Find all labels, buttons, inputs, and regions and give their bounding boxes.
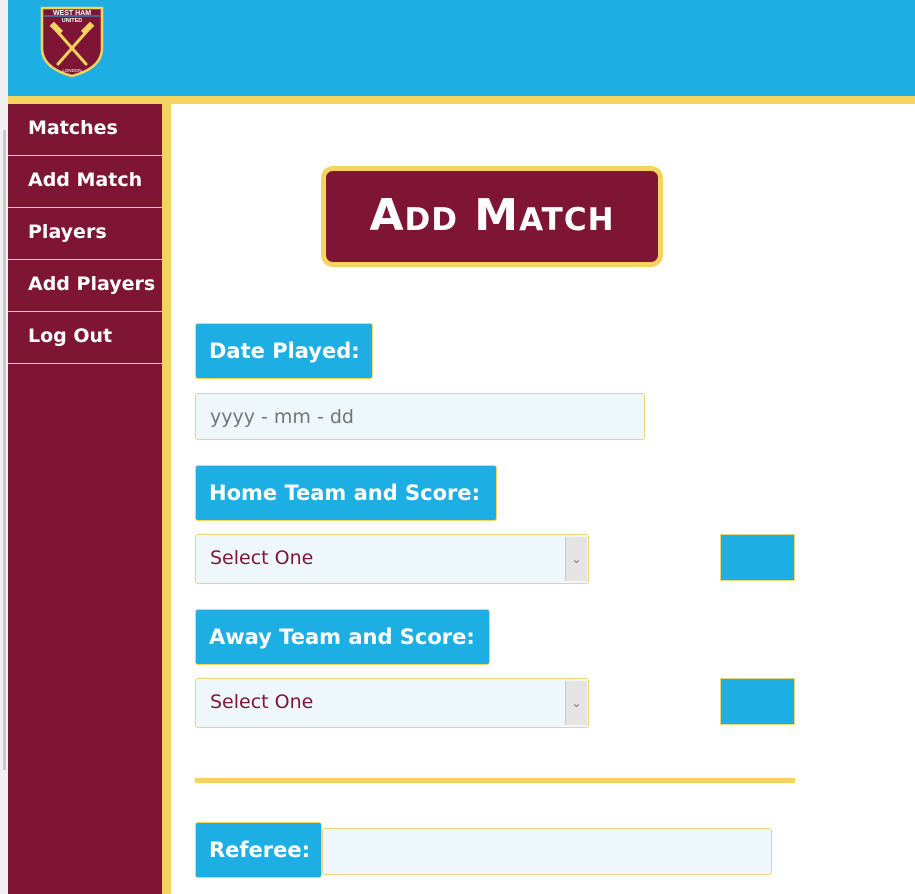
page-scrollbar[interactable]: [0, 0, 8, 894]
date-played-label: Date Played:: [195, 323, 373, 379]
away-team-label: Away Team and Score:: [195, 609, 490, 665]
date-played-input[interactable]: [195, 393, 645, 440]
page-scrollbar-thumb[interactable]: [3, 130, 6, 770]
sidebar-border: [162, 104, 171, 894]
away-team-select-value: Select One: [210, 691, 314, 713]
home-team-select-value: Select One: [210, 547, 314, 569]
form-divider: [195, 778, 795, 783]
referee-input[interactable]: [322, 828, 772, 875]
sidebar-item-log-out[interactable]: Log Out: [8, 312, 162, 364]
sidebar-item-matches[interactable]: Matches: [8, 104, 162, 156]
club-crest-icon[interactable]: WEST HAM UNITED LONDON: [40, 6, 104, 78]
crest-text-mid: UNITED: [62, 18, 83, 24]
main-content: Add Match Date Played: Home Team and Sco…: [171, 104, 915, 894]
sidebar-item-add-players[interactable]: Add Players: [8, 260, 162, 312]
away-team-select[interactable]: Select One ⌄: [195, 678, 589, 728]
page-title: Add Match: [321, 166, 663, 267]
home-team-select[interactable]: Select One ⌄: [195, 534, 589, 584]
sidebar: Matches Add Match Players Add Players Lo…: [8, 104, 162, 894]
home-score-input[interactable]: [720, 534, 795, 581]
sidebar-item-players[interactable]: Players: [8, 208, 162, 260]
sidebar-item-add-match[interactable]: Add Match: [8, 156, 162, 208]
crest-text-top: WEST HAM: [53, 10, 91, 17]
crest-text-bottom: LONDON: [62, 68, 81, 73]
referee-label: Referee:: [195, 822, 322, 878]
home-team-label: Home Team and Score:: [195, 465, 497, 521]
chevron-down-icon[interactable]: ⌄: [565, 681, 587, 725]
chevron-down-icon[interactable]: ⌄: [565, 537, 587, 581]
top-header: WEST HAM UNITED LONDON: [8, 0, 915, 104]
away-score-input[interactable]: [720, 678, 795, 725]
